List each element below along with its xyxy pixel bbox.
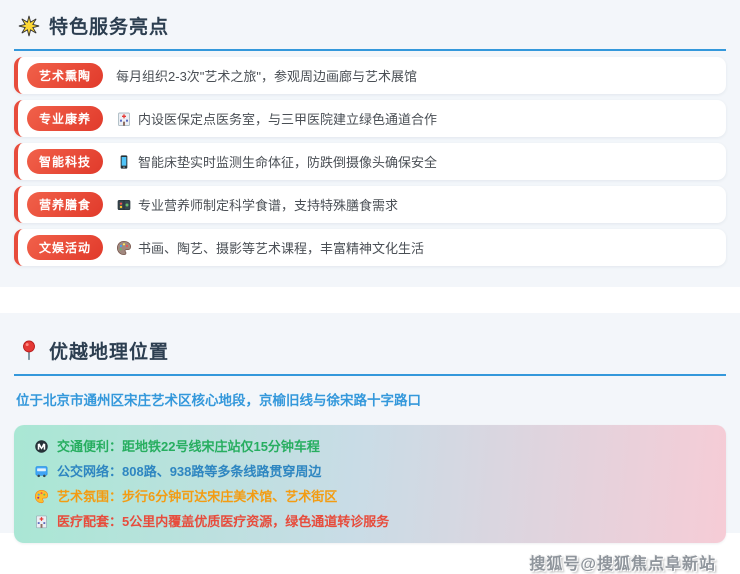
highlight-medical: 医疗配套：5公里内覆盖优质医疗资源，绿色通道转诊服务 — [34, 509, 706, 534]
service-card-tech: 智能科技 智能床垫实时监测生命体征，防跌倒摄像头确保安全 — [14, 143, 726, 180]
service-text: 内设医保定点医务室，与三甲医院建立绿色通道合作 — [116, 109, 437, 128]
starburst-icon — [18, 15, 40, 37]
service-badge: 文娱活动 — [27, 235, 103, 260]
mobile-phone-icon — [116, 154, 132, 170]
service-text: 每月组织2-3次"艺术之旅"，参观周边画廊与艺术展馆 — [116, 66, 417, 85]
service-text: 书画、陶艺、摄影等艺术课程，丰富精神文化生活 — [116, 238, 424, 257]
highlight-text: 5公里内覆盖优质医疗资源，绿色通道转诊服务 — [122, 514, 389, 529]
highlight-content: 医疗配套：5公里内覆盖优质医疗资源，绿色通道转诊服务 — [57, 512, 389, 531]
palette-icon — [116, 240, 132, 256]
highlight-text: 距地铁22号线宋庄站仅15分钟车程 — [122, 439, 320, 454]
location-summary: 位于北京市通州区宋庄艺术区核心地段，京榆旧线与徐宋路十字路口 — [16, 389, 726, 409]
bus-icon — [34, 464, 49, 479]
highlight-content: 公交网络：808路、938路等多条线路贯穿周边 — [57, 462, 321, 481]
highlight-art: 艺术氛围：步行6分钟可达宋庄美术馆、艺术街区 — [34, 484, 706, 509]
bento-box-icon — [116, 197, 132, 213]
highlight-bus: 公交网络：808路、938路等多条线路贯穿周边 — [34, 459, 706, 484]
section-services: 特色服务亮点 艺术熏陶 每月组织2-3次"艺术之旅"，参观周边画廊与艺术展馆 专… — [0, 0, 740, 287]
highlight-label: 医疗配套： — [57, 514, 122, 529]
highlight-label: 交通便利： — [57, 439, 122, 454]
service-badge: 营养膳食 — [27, 192, 103, 217]
service-badge: 艺术熏陶 — [27, 63, 103, 88]
service-card-diet: 营养膳食 专业营养师制定科学食谱，支持特殊膳食需求 — [14, 186, 726, 223]
service-badge: 专业康养 — [27, 106, 103, 131]
service-card-culture: 文娱活动 书画、陶艺、摄影等艺术课程，丰富精神文化生活 — [14, 229, 726, 266]
highlight-transit: 交通便利：距地铁22号线宋庄站仅15分钟车程 — [34, 434, 706, 459]
highlight-content: 艺术氛围：步行6分钟可达宋庄美术馆、艺术街区 — [57, 487, 337, 506]
pushpin-icon — [18, 340, 40, 362]
hospital-icon — [34, 514, 49, 529]
services-section-title: 特色服务亮点 — [49, 12, 169, 39]
metro-icon — [34, 439, 49, 454]
highlight-text: 808路、938路等多条线路贯穿周边 — [122, 464, 321, 479]
service-text: 专业营养师制定科学食谱，支持特殊膳食需求 — [116, 195, 398, 214]
highlight-content: 交通便利：距地铁22号线宋庄站仅15分钟车程 — [57, 437, 320, 456]
section-location: 优越地理位置 位于北京市通州区宋庄艺术区核心地段，京榆旧线与徐宋路十字路口 交通… — [0, 313, 740, 533]
highlight-label: 公交网络： — [57, 464, 122, 479]
palette-icon — [34, 489, 49, 504]
services-section-header: 特色服务亮点 — [14, 8, 726, 51]
service-card-medical: 专业康养 内设医保定点医务室，与三甲医院建立绿色通道合作 — [14, 100, 726, 137]
highlight-text: 步行6分钟可达宋庄美术馆、艺术街区 — [122, 489, 337, 504]
service-text: 智能床垫实时监测生命体征，防跌倒摄像头确保安全 — [116, 152, 437, 171]
sohu-watermark: 搜狐号@搜狐焦点阜新站 — [14, 543, 726, 574]
location-section-title: 优越地理位置 — [49, 337, 169, 364]
service-badge: 智能科技 — [27, 149, 103, 174]
highlight-label: 艺术氛围： — [57, 489, 122, 504]
service-card-art: 艺术熏陶 每月组织2-3次"艺术之旅"，参观周边画廊与艺术展馆 — [14, 57, 726, 94]
location-highlights-box: 交通便利：距地铁22号线宋庄站仅15分钟车程 公交网络：808路、938路等多条… — [14, 425, 726, 543]
location-section-header: 优越地理位置 — [14, 333, 726, 376]
hospital-icon — [116, 111, 132, 127]
